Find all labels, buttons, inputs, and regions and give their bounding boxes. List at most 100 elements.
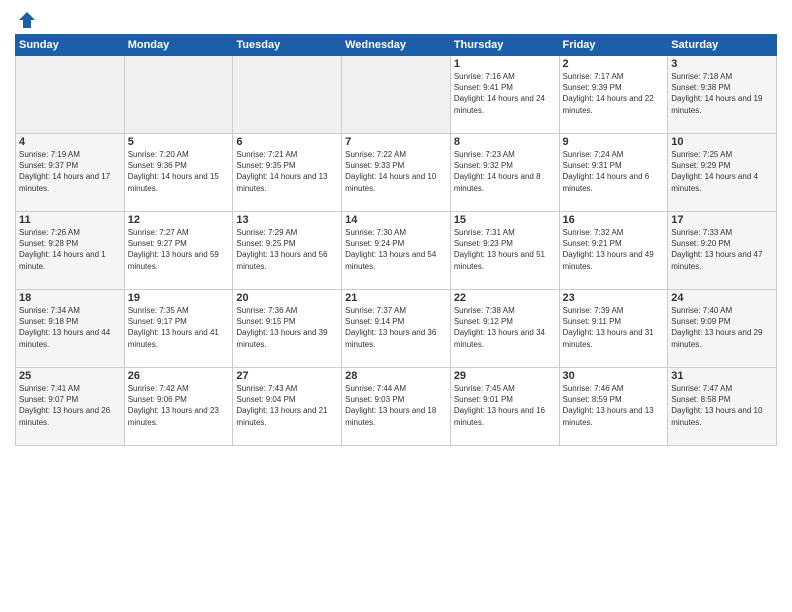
day-info: Sunrise: 7:19 AMSunset: 9:37 PMDaylight:…	[19, 149, 121, 194]
col-monday: Monday	[124, 35, 233, 56]
table-row: 28Sunrise: 7:44 AMSunset: 9:03 PMDayligh…	[342, 368, 451, 446]
table-row: 27Sunrise: 7:43 AMSunset: 9:04 PMDayligh…	[233, 368, 342, 446]
table-row: 25Sunrise: 7:41 AMSunset: 9:07 PMDayligh…	[16, 368, 125, 446]
day-info: Sunrise: 7:39 AMSunset: 9:11 PMDaylight:…	[563, 305, 665, 350]
day-number: 19	[128, 292, 230, 304]
day-number: 8	[454, 136, 556, 148]
day-info: Sunrise: 7:20 AMSunset: 9:36 PMDaylight:…	[128, 149, 230, 194]
day-info: Sunrise: 7:21 AMSunset: 9:35 PMDaylight:…	[236, 149, 338, 194]
day-number: 13	[236, 214, 338, 226]
col-sunday: Sunday	[16, 35, 125, 56]
table-row: 10Sunrise: 7:25 AMSunset: 9:29 PMDayligh…	[668, 134, 777, 212]
calendar-week-row: 11Sunrise: 7:26 AMSunset: 9:28 PMDayligh…	[16, 212, 777, 290]
table-row: 18Sunrise: 7:34 AMSunset: 9:18 PMDayligh…	[16, 290, 125, 368]
day-number: 12	[128, 214, 230, 226]
table-row	[124, 56, 233, 134]
day-number: 26	[128, 370, 230, 382]
table-row: 9Sunrise: 7:24 AMSunset: 9:31 PMDaylight…	[559, 134, 668, 212]
day-info: Sunrise: 7:25 AMSunset: 9:29 PMDaylight:…	[671, 149, 773, 194]
day-info: Sunrise: 7:44 AMSunset: 9:03 PMDaylight:…	[345, 383, 447, 428]
day-info: Sunrise: 7:29 AMSunset: 9:25 PMDaylight:…	[236, 227, 338, 272]
day-number: 29	[454, 370, 556, 382]
day-info: Sunrise: 7:31 AMSunset: 9:23 PMDaylight:…	[454, 227, 556, 272]
table-row: 11Sunrise: 7:26 AMSunset: 9:28 PMDayligh…	[16, 212, 125, 290]
table-row: 3Sunrise: 7:18 AMSunset: 9:38 PMDaylight…	[668, 56, 777, 134]
table-row: 24Sunrise: 7:40 AMSunset: 9:09 PMDayligh…	[668, 290, 777, 368]
day-info: Sunrise: 7:32 AMSunset: 9:21 PMDaylight:…	[563, 227, 665, 272]
table-row: 4Sunrise: 7:19 AMSunset: 9:37 PMDaylight…	[16, 134, 125, 212]
page: Sunday Monday Tuesday Wednesday Thursday…	[0, 0, 792, 612]
table-row: 19Sunrise: 7:35 AMSunset: 9:17 PMDayligh…	[124, 290, 233, 368]
table-row: 22Sunrise: 7:38 AMSunset: 9:12 PMDayligh…	[450, 290, 559, 368]
day-info: Sunrise: 7:41 AMSunset: 9:07 PMDaylight:…	[19, 383, 121, 428]
day-number: 16	[563, 214, 665, 226]
table-row: 12Sunrise: 7:27 AMSunset: 9:27 PMDayligh…	[124, 212, 233, 290]
day-number: 24	[671, 292, 773, 304]
logo-icon	[17, 10, 37, 30]
day-number: 1	[454, 58, 556, 70]
table-row: 20Sunrise: 7:36 AMSunset: 9:15 PMDayligh…	[233, 290, 342, 368]
day-info: Sunrise: 7:43 AMSunset: 9:04 PMDaylight:…	[236, 383, 338, 428]
day-info: Sunrise: 7:23 AMSunset: 9:32 PMDaylight:…	[454, 149, 556, 194]
col-saturday: Saturday	[668, 35, 777, 56]
table-row: 5Sunrise: 7:20 AMSunset: 9:36 PMDaylight…	[124, 134, 233, 212]
col-thursday: Thursday	[450, 35, 559, 56]
day-number: 7	[345, 136, 447, 148]
table-row	[342, 56, 451, 134]
table-row: 6Sunrise: 7:21 AMSunset: 9:35 PMDaylight…	[233, 134, 342, 212]
day-info: Sunrise: 7:38 AMSunset: 9:12 PMDaylight:…	[454, 305, 556, 350]
day-number: 25	[19, 370, 121, 382]
table-row: 23Sunrise: 7:39 AMSunset: 9:11 PMDayligh…	[559, 290, 668, 368]
day-info: Sunrise: 7:42 AMSunset: 9:06 PMDaylight:…	[128, 383, 230, 428]
day-info: Sunrise: 7:46 AMSunset: 8:59 PMDaylight:…	[563, 383, 665, 428]
day-number: 2	[563, 58, 665, 70]
day-number: 18	[19, 292, 121, 304]
day-number: 20	[236, 292, 338, 304]
table-row: 2Sunrise: 7:17 AMSunset: 9:39 PMDaylight…	[559, 56, 668, 134]
day-number: 6	[236, 136, 338, 148]
day-info: Sunrise: 7:37 AMSunset: 9:14 PMDaylight:…	[345, 305, 447, 350]
header	[15, 10, 777, 30]
day-info: Sunrise: 7:40 AMSunset: 9:09 PMDaylight:…	[671, 305, 773, 350]
day-number: 9	[563, 136, 665, 148]
col-tuesday: Tuesday	[233, 35, 342, 56]
table-row: 26Sunrise: 7:42 AMSunset: 9:06 PMDayligh…	[124, 368, 233, 446]
day-info: Sunrise: 7:18 AMSunset: 9:38 PMDaylight:…	[671, 71, 773, 116]
table-row: 31Sunrise: 7:47 AMSunset: 8:58 PMDayligh…	[668, 368, 777, 446]
day-number: 3	[671, 58, 773, 70]
logo	[15, 10, 37, 30]
table-row	[16, 56, 125, 134]
calendar-week-row: 4Sunrise: 7:19 AMSunset: 9:37 PMDaylight…	[16, 134, 777, 212]
calendar-week-row: 25Sunrise: 7:41 AMSunset: 9:07 PMDayligh…	[16, 368, 777, 446]
day-info: Sunrise: 7:26 AMSunset: 9:28 PMDaylight:…	[19, 227, 121, 272]
day-number: 31	[671, 370, 773, 382]
table-row: 29Sunrise: 7:45 AMSunset: 9:01 PMDayligh…	[450, 368, 559, 446]
day-number: 30	[563, 370, 665, 382]
day-info: Sunrise: 7:34 AMSunset: 9:18 PMDaylight:…	[19, 305, 121, 350]
table-row: 8Sunrise: 7:23 AMSunset: 9:32 PMDaylight…	[450, 134, 559, 212]
day-info: Sunrise: 7:33 AMSunset: 9:20 PMDaylight:…	[671, 227, 773, 272]
table-row: 13Sunrise: 7:29 AMSunset: 9:25 PMDayligh…	[233, 212, 342, 290]
calendar-week-row: 1Sunrise: 7:16 AMSunset: 9:41 PMDaylight…	[16, 56, 777, 134]
day-info: Sunrise: 7:36 AMSunset: 9:15 PMDaylight:…	[236, 305, 338, 350]
day-number: 4	[19, 136, 121, 148]
calendar-header-row: Sunday Monday Tuesday Wednesday Thursday…	[16, 35, 777, 56]
table-row: 1Sunrise: 7:16 AMSunset: 9:41 PMDaylight…	[450, 56, 559, 134]
calendar-week-row: 18Sunrise: 7:34 AMSunset: 9:18 PMDayligh…	[16, 290, 777, 368]
day-number: 17	[671, 214, 773, 226]
day-number: 5	[128, 136, 230, 148]
day-number: 23	[563, 292, 665, 304]
day-info: Sunrise: 7:24 AMSunset: 9:31 PMDaylight:…	[563, 149, 665, 194]
day-number: 28	[345, 370, 447, 382]
day-info: Sunrise: 7:22 AMSunset: 9:33 PMDaylight:…	[345, 149, 447, 194]
col-wednesday: Wednesday	[342, 35, 451, 56]
day-info: Sunrise: 7:16 AMSunset: 9:41 PMDaylight:…	[454, 71, 556, 116]
day-number: 10	[671, 136, 773, 148]
table-row	[233, 56, 342, 134]
calendar-table: Sunday Monday Tuesday Wednesday Thursday…	[15, 34, 777, 446]
day-number: 11	[19, 214, 121, 226]
day-info: Sunrise: 7:35 AMSunset: 9:17 PMDaylight:…	[128, 305, 230, 350]
day-info: Sunrise: 7:30 AMSunset: 9:24 PMDaylight:…	[345, 227, 447, 272]
table-row: 14Sunrise: 7:30 AMSunset: 9:24 PMDayligh…	[342, 212, 451, 290]
table-row: 21Sunrise: 7:37 AMSunset: 9:14 PMDayligh…	[342, 290, 451, 368]
